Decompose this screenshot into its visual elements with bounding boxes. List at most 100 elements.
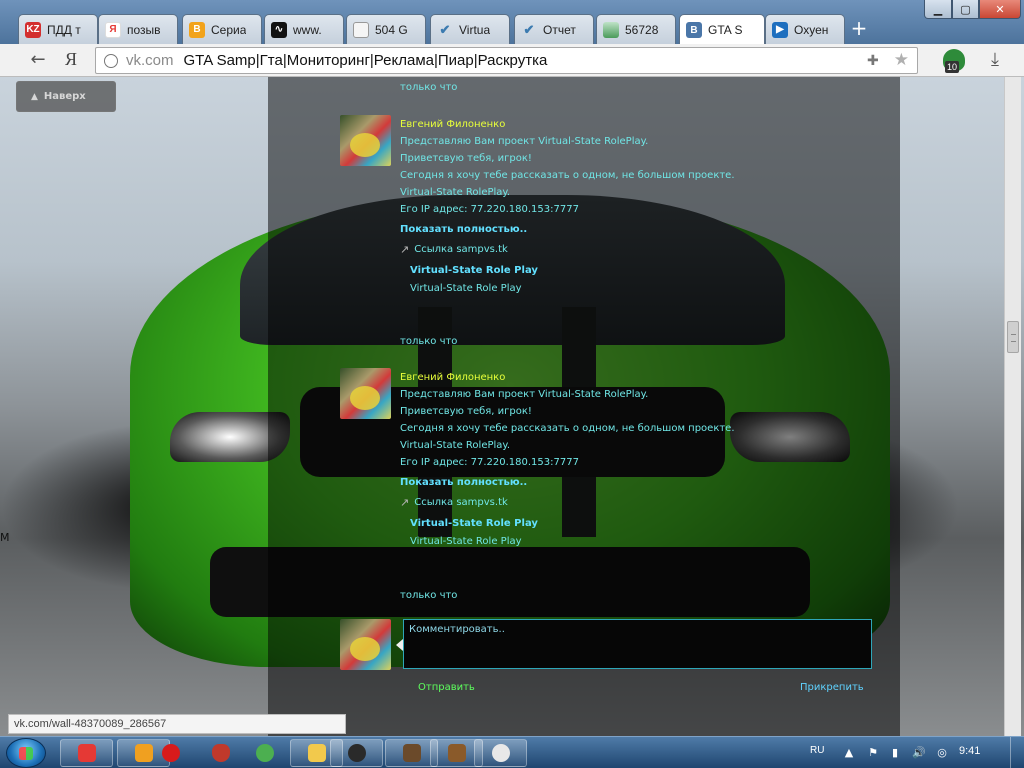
comment-input[interactable] [403, 619, 872, 669]
tab-otchet[interactable]: ✔ Отчет [514, 14, 594, 44]
page-scrollbar[interactable] [1004, 77, 1021, 736]
link-icon: ↗ [400, 243, 410, 256]
start-button[interactable] [6, 738, 46, 768]
attachment-subtitle: Virtual-State Role Play [410, 536, 522, 547]
extension-badge: 10 [945, 61, 960, 73]
tab-www[interactable]: ∿ www. [264, 14, 344, 44]
post-timestamp[interactable]: только что [400, 336, 457, 347]
taskbar-steam[interactable] [330, 739, 383, 767]
steam-icon [347, 744, 366, 762]
attach-button[interactable]: Прикрепить [800, 682, 864, 693]
language-indicator[interactable]: RU [810, 745, 824, 756]
tab-oxuen[interactable]: ▶ Охуен [765, 14, 845, 44]
tab-label: 56728 [625, 22, 659, 37]
icq-icon [256, 744, 274, 762]
link-icon: ↗ [400, 496, 410, 509]
avatar[interactable] [340, 115, 391, 166]
kz-icon: KZ [25, 21, 41, 38]
post-link[interactable]: ↗ Ссылка sampvs.tk [400, 496, 508, 509]
yandex-button[interactable]: Я [61, 49, 81, 71]
system-clock[interactable]: 9:41 [959, 745, 980, 757]
opera-icon [162, 744, 180, 762]
tab-gta-samp[interactable]: B GTA S [679, 14, 765, 45]
post-link-label: Ссылка sampvs.tk [414, 244, 508, 255]
pulse-icon: ∿ [271, 21, 287, 38]
v-check-icon: ✔ [439, 21, 451, 37]
post-link[interactable]: ↗ Ссылка sampvs.tk [400, 243, 508, 256]
v-check-icon: ✔ [523, 21, 535, 37]
tab-56728[interactable]: 56728 [596, 14, 676, 44]
post-author[interactable]: Евгений Филоненко [400, 119, 505, 130]
tab-label: www. [293, 22, 322, 37]
game-icon [402, 744, 421, 762]
taskbar-opera[interactable] [146, 739, 196, 767]
avatar[interactable] [340, 368, 391, 419]
star-icon[interactable]: ★ [894, 50, 909, 70]
tab-label: Отчет [543, 22, 576, 37]
post-timestamp[interactable]: только что [400, 82, 457, 93]
tab-label: позыв [127, 22, 161, 37]
tray-app-icon[interactable]: ◎ [935, 746, 949, 760]
left-edge-text: М [0, 531, 10, 544]
tab-pozyv[interactable]: Я позыв [98, 14, 178, 44]
tab-virtual[interactable]: ✔ Virtua [430, 14, 510, 44]
paint-icon [491, 744, 510, 762]
maximize-icon: ▢ [960, 2, 971, 16]
tab-serial[interactable]: B Сериа [182, 14, 262, 44]
post-timestamp[interactable]: только что [400, 590, 457, 601]
post-author[interactable]: Евгений Филоненко [400, 372, 505, 383]
page-info-icon[interactable] [104, 53, 118, 68]
vk-icon: B [686, 22, 702, 38]
flag-icon[interactable]: ⚑ [866, 746, 880, 760]
taskbar-money[interactable] [196, 739, 246, 767]
scroll-to-top-button[interactable]: ▲ Наверх [16, 81, 116, 112]
tab-label: ПДД т [47, 22, 81, 37]
avatar[interactable] [340, 619, 391, 670]
url-title: GTA Samp|Гта|Мониторинг|Реклама|Пиар|Рас… [183, 52, 548, 69]
yandex-browser-icon [77, 744, 96, 762]
scrollbar-thumb[interactable] [1007, 321, 1019, 353]
show-more-link[interactable]: Показать полностью.. [400, 224, 527, 235]
tab-label: 504 G [375, 22, 408, 37]
maximize-button[interactable]: ▢ [952, 0, 979, 19]
url-domain: vk.com [126, 52, 174, 69]
taskbar-paint[interactable] [474, 739, 527, 767]
send-button[interactable]: Отправить [418, 682, 475, 693]
money-bag-icon [212, 744, 230, 762]
puzzle-icon[interactable]: ✚ [867, 53, 883, 69]
tab-pdd[interactable]: KZ ПДД т [18, 14, 98, 44]
minimize-icon: ▁ [933, 2, 943, 16]
post-text-line: Virtual-State RolePlay. [400, 187, 511, 198]
close-button[interactable]: ✕ [979, 0, 1021, 19]
attachment-title[interactable]: Virtual-State Role Play [410, 265, 538, 276]
tab-label: Virtua [459, 22, 491, 37]
minimize-button[interactable]: ▁ [924, 0, 952, 19]
post-text-line: Представляю Вам проект Virtual-State Rol… [400, 389, 649, 400]
browser-toolbar: ← Я vk.com GTA Samp|Гта|Мониторинг|Рекла… [0, 44, 1024, 77]
yandex-icon: Я [105, 21, 121, 38]
post-text-line: Его IP адрес: 77.220.180.153:7777 [400, 204, 579, 215]
network-icon[interactable]: ▮ [888, 746, 902, 760]
back-button[interactable]: ← [26, 49, 50, 71]
show-more-link[interactable]: Показать полностью.. [400, 477, 527, 488]
taskbar-icq[interactable] [240, 739, 290, 767]
address-bar[interactable]: vk.com GTA Samp|Гта|Мониторинг|Реклама|П… [95, 47, 918, 74]
tab-label: GTA S [708, 23, 743, 37]
yandex-icon: Я [64, 49, 77, 69]
new-tab-button[interactable]: + [849, 18, 869, 39]
post-text-line: Сегодня я хочу тебе рассказать о одном, … [400, 170, 735, 181]
show-desktop-button[interactable] [1010, 737, 1024, 768]
tab-504[interactable]: 504 G [346, 14, 426, 44]
comment-pointer [396, 639, 403, 651]
volume-icon[interactable]: 🔊 [912, 746, 926, 760]
download-button[interactable]: ⤓ [985, 49, 1005, 71]
attachment-title[interactable]: Virtual-State Role Play [410, 518, 538, 529]
play-icon: ▶ [772, 21, 788, 38]
browser-tab-strip: KZ ПДД т Я позыв B Сериа ∿ www. 504 G ✔ … [0, 0, 1024, 45]
download-icon: ⤓ [991, 49, 999, 70]
post-text-line: Его IP адрес: 77.220.180.153:7777 [400, 457, 579, 468]
taskbar-yandex[interactable] [60, 739, 113, 767]
chevron-up-icon[interactable]: ▲ [842, 746, 856, 760]
status-url: vk.com/wall-48370089_286567 [8, 714, 346, 734]
b-icon: B [189, 21, 205, 38]
